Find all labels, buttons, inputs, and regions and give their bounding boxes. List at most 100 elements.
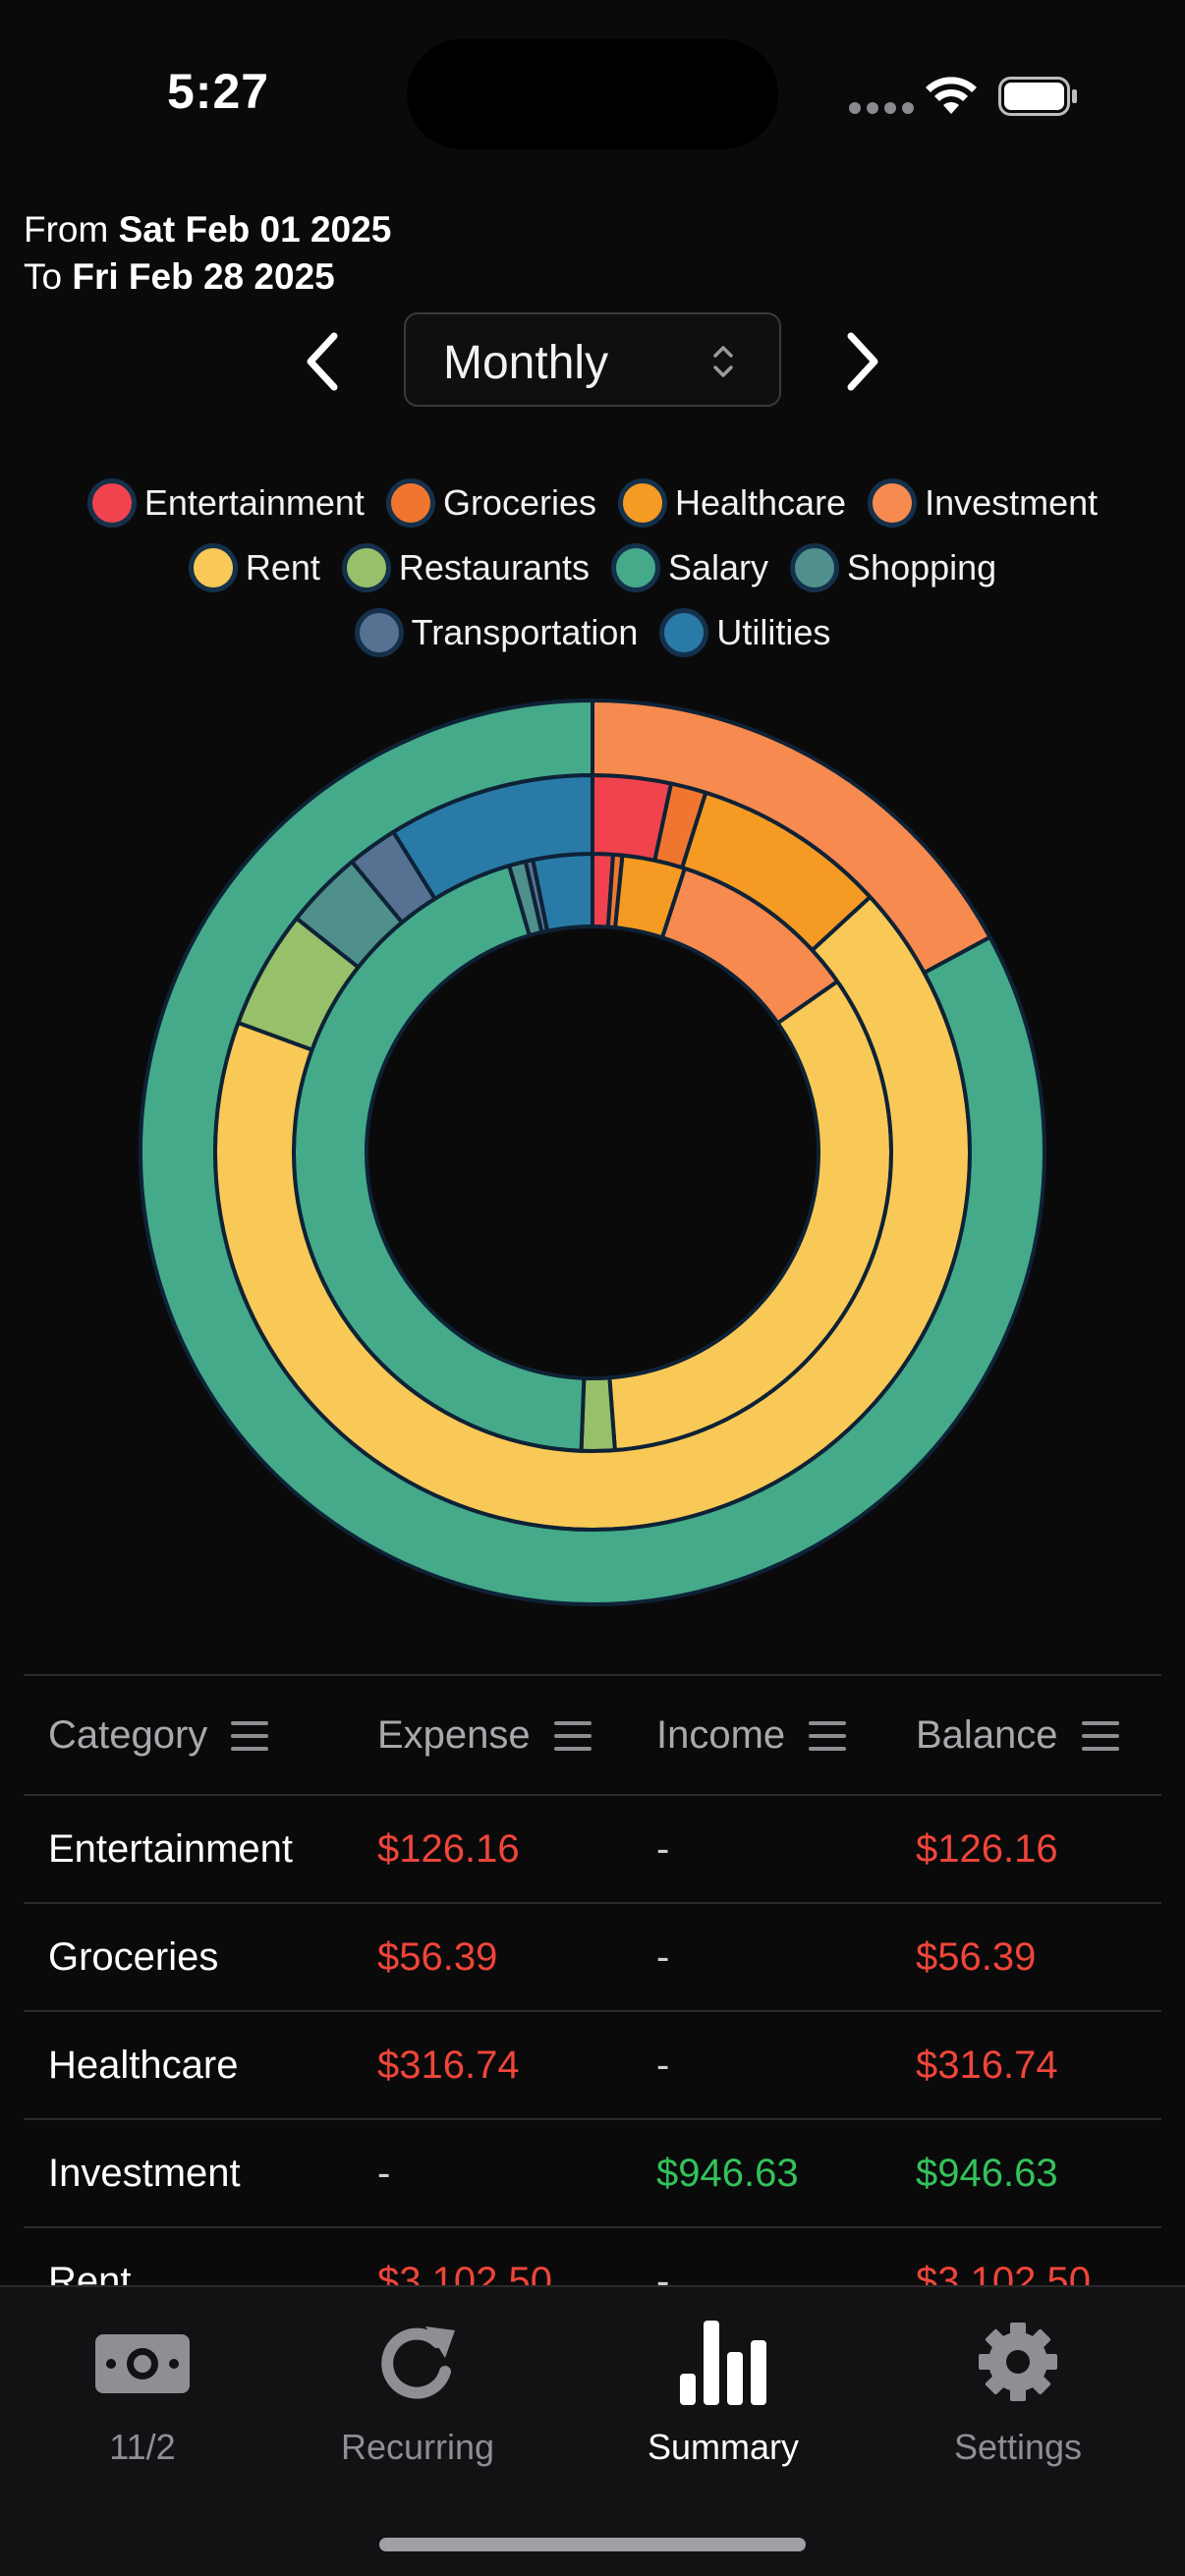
from-date: Sat Feb 01 2025 bbox=[118, 209, 392, 250]
legend-swatch bbox=[86, 478, 137, 528]
legend-label: Healthcare bbox=[674, 482, 847, 523]
column-header-label: Expense bbox=[377, 1713, 531, 1757]
legend-item-rent[interactable]: Rent bbox=[188, 543, 320, 592]
tab-bar: 11/2 Recurring Summary Settings bbox=[0, 2285, 1185, 2576]
column-header-expense[interactable]: Expense bbox=[377, 1713, 592, 1758]
tab-label: Settings bbox=[953, 2427, 1083, 2467]
chart-legend: Entertainment Groceries Healthcare Inves… bbox=[39, 478, 1146, 657]
legend-label: Shopping bbox=[847, 547, 997, 588]
previous-period-button[interactable] bbox=[291, 322, 354, 401]
cell-income: - bbox=[656, 1827, 670, 1871]
legend-label: Rent bbox=[245, 547, 320, 588]
legend-swatch bbox=[868, 478, 918, 528]
legend-item-transportation[interactable]: Transportation bbox=[354, 608, 639, 657]
column-header-category[interactable]: Category bbox=[48, 1713, 269, 1758]
column-header-label: Category bbox=[48, 1713, 208, 1757]
date-range: From Sat Feb 01 2025 To Fri Feb 28 2025 bbox=[24, 206, 391, 301]
cell-income: - bbox=[656, 1935, 670, 1979]
legend-item-restaurants[interactable]: Restaurants bbox=[341, 543, 590, 592]
cell-expense: $126.16 bbox=[377, 1827, 520, 1871]
table-row[interactable]: Healthcare $316.74 - $316.74 bbox=[24, 2012, 1161, 2120]
tab-label: Recurring bbox=[340, 2427, 495, 2467]
next-period-button[interactable] bbox=[831, 322, 894, 401]
legend-label: Investment bbox=[925, 482, 1099, 523]
cell-balance: $946.63 bbox=[916, 2152, 1058, 2195]
table-row[interactable]: Entertainment $126.16 - $126.16 bbox=[24, 1796, 1161, 1904]
legend-swatch bbox=[790, 543, 840, 592]
legend-swatch bbox=[188, 543, 238, 592]
legend-item-investment[interactable]: Investment bbox=[868, 478, 1099, 528]
battery-icon bbox=[998, 77, 1077, 116]
period-select[interactable]: Monthly bbox=[404, 312, 781, 407]
legend-label: Groceries bbox=[442, 482, 596, 523]
table-row[interactable]: Groceries $56.39 - $56.39 bbox=[24, 1904, 1161, 2012]
legend-item-salary[interactable]: Salary bbox=[610, 543, 769, 592]
legend-row: Transportation Utilities bbox=[39, 608, 1146, 657]
cellular-signal-icon bbox=[849, 102, 914, 114]
cell-balance: $56.39 bbox=[916, 1935, 1037, 1979]
cell-income: $946.63 bbox=[656, 2152, 799, 2195]
to-date-line: To Fri Feb 28 2025 bbox=[24, 253, 391, 301]
cell-category: Groceries bbox=[48, 1935, 219, 1979]
legend-row: Rent Restaurants Salary Shopping bbox=[39, 543, 1146, 592]
legend-label: Entertainment bbox=[143, 482, 365, 523]
legend-swatch bbox=[610, 543, 660, 592]
wifi-icon bbox=[926, 77, 977, 114]
column-menu-icon[interactable] bbox=[231, 1720, 269, 1751]
legend-swatch bbox=[617, 478, 667, 528]
legend-swatch bbox=[659, 608, 709, 657]
column-menu-icon[interactable] bbox=[809, 1720, 847, 1751]
legend-label: Restaurants bbox=[398, 547, 590, 588]
column-header-label: Income bbox=[656, 1713, 786, 1757]
legend-item-entertainment[interactable]: Entertainment bbox=[86, 478, 365, 528]
table-row[interactable]: Investment - $946.63 $946.63 bbox=[24, 2120, 1161, 2228]
legend-item-utilities[interactable]: Utilities bbox=[659, 608, 831, 657]
category-donut-chart[interactable] bbox=[126, 686, 1059, 1619]
legend-swatch bbox=[385, 478, 435, 528]
bar-chart-icon bbox=[680, 2321, 766, 2405]
legend-swatch bbox=[341, 543, 391, 592]
tab-label: 11/2 bbox=[109, 2427, 176, 2467]
cell-category: Investment bbox=[48, 2152, 241, 2195]
legend-label: Salary bbox=[667, 547, 769, 588]
cell-category: Entertainment bbox=[48, 1827, 294, 1871]
status-bar: 5:27 bbox=[0, 0, 1185, 149]
period-select-value: Monthly bbox=[443, 337, 609, 389]
summary-table: Category Expense Income Balance Entertai… bbox=[24, 1674, 1161, 2336]
column-header-label: Balance bbox=[916, 1713, 1058, 1757]
chevron-up-down-icon bbox=[713, 346, 733, 377]
from-prefix: From bbox=[24, 209, 109, 250]
tab-settings[interactable]: Settings bbox=[920, 2317, 1116, 2468]
legend-item-groceries[interactable]: Groceries bbox=[385, 478, 596, 528]
column-header-income[interactable]: Income bbox=[656, 1713, 847, 1758]
legend-swatch bbox=[354, 608, 404, 657]
column-menu-icon[interactable] bbox=[1081, 1720, 1119, 1751]
gear-icon bbox=[979, 2323, 1057, 2401]
cell-expense: - bbox=[377, 2152, 391, 2195]
column-menu-icon[interactable] bbox=[553, 1720, 592, 1751]
tab-summary[interactable]: Summary bbox=[625, 2317, 821, 2468]
column-header-balance[interactable]: Balance bbox=[916, 1713, 1119, 1758]
money-icon bbox=[95, 2334, 190, 2393]
status-time: 5:27 bbox=[167, 64, 270, 119]
cell-category: Healthcare bbox=[48, 2044, 239, 2087]
refresh-icon bbox=[381, 2326, 455, 2399]
slice-inner-restaurants[interactable] bbox=[579, 1375, 618, 1453]
dynamic-island bbox=[407, 39, 778, 149]
from-date-line: From Sat Feb 01 2025 bbox=[24, 206, 391, 253]
legend-label: Transportation bbox=[411, 612, 639, 652]
to-date: Fri Feb 28 2025 bbox=[72, 256, 335, 297]
tab-transactions[interactable]: 11/2 bbox=[44, 2317, 241, 2468]
legend-label: Utilities bbox=[716, 612, 831, 652]
cell-income: - bbox=[656, 2044, 670, 2087]
cell-expense: $316.74 bbox=[377, 2044, 520, 2087]
cell-expense: $56.39 bbox=[377, 1935, 498, 1979]
legend-item-shopping[interactable]: Shopping bbox=[790, 543, 997, 592]
tab-recurring[interactable]: Recurring bbox=[319, 2317, 516, 2468]
to-prefix: To bbox=[24, 256, 63, 297]
legend-item-healthcare[interactable]: Healthcare bbox=[617, 478, 847, 528]
home-indicator bbox=[379, 2538, 806, 2551]
cell-balance: $316.74 bbox=[916, 2044, 1058, 2087]
table-header: Category Expense Income Balance bbox=[24, 1674, 1161, 1796]
cell-balance: $126.16 bbox=[916, 1827, 1058, 1871]
